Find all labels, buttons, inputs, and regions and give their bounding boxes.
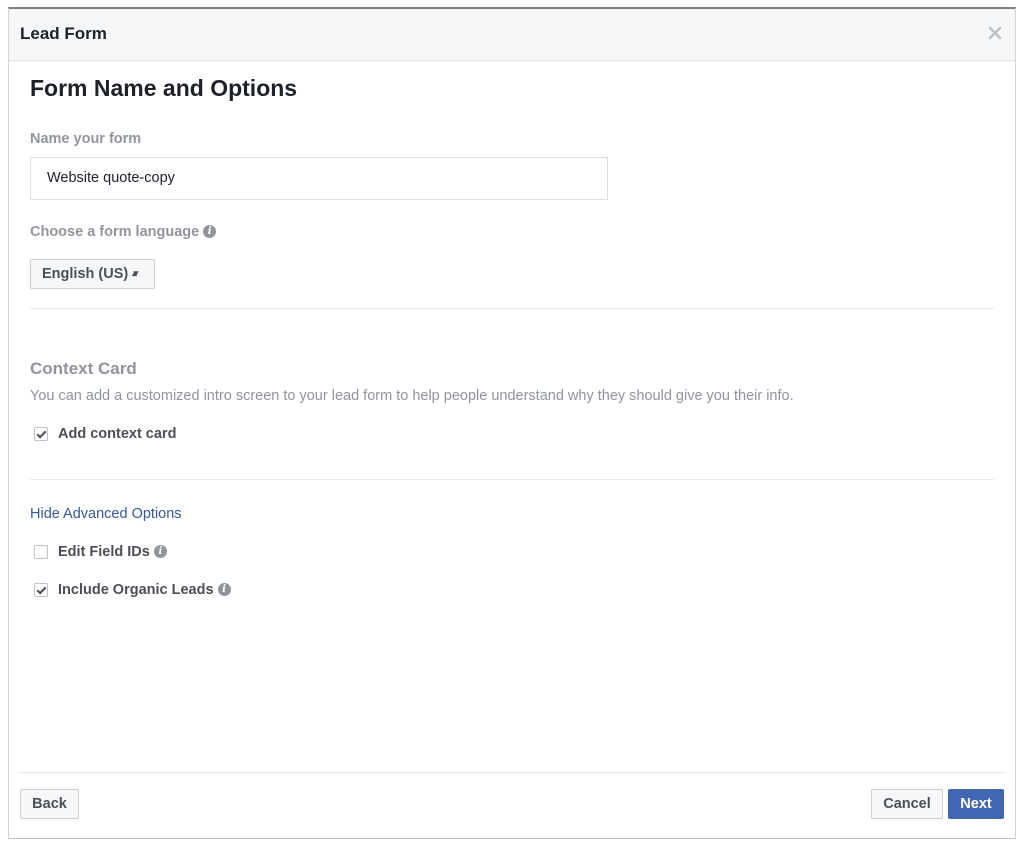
info-icon[interactable]: i — [153, 544, 167, 558]
checkbox-unchecked[interactable] — [34, 545, 48, 559]
include-organic-leads-checkbox[interactable]: Include Organic Leads i — [34, 581, 231, 599]
info-icon[interactable]: i — [203, 224, 217, 238]
info-icon[interactable]: i — [217, 582, 231, 596]
context-card-description: You can add a customized intro screen to… — [30, 388, 794, 404]
cancel-button[interactable]: Cancel — [871, 789, 943, 819]
form-language-label-text: Choose a form language — [30, 224, 200, 240]
select-arrows-icon: ▴▾ — [132, 268, 138, 278]
edit-field-ids-checkbox[interactable]: Edit Field IDs i — [34, 543, 167, 561]
form-name-label: Name your form — [30, 131, 142, 147]
add-context-card-checkbox[interactable]: Add context card — [34, 425, 176, 443]
checkbox-checked[interactable] — [34, 583, 48, 597]
page-title: Form Name and Options — [30, 75, 298, 101]
dialog-title: Lead Form — [20, 24, 107, 43]
hide-advanced-options-link[interactable]: Hide Advanced Options — [30, 506, 182, 522]
lead-form-dialog: Lead Form Form Name and Options Name you… — [8, 7, 1016, 839]
dialog-header: Lead Form — [9, 9, 1015, 61]
next-button[interactable]: Next — [948, 789, 1004, 819]
add-context-card-label: Add context card — [58, 426, 177, 442]
divider — [30, 308, 994, 309]
divider — [30, 479, 994, 480]
language-select[interactable]: English (US) ▴▾ — [30, 259, 155, 289]
back-button[interactable]: Back — [20, 789, 79, 819]
form-language-label: Choose a form language i — [30, 224, 217, 240]
edit-field-ids-label: Edit Field IDs — [58, 544, 150, 560]
checkbox-checked[interactable] — [34, 427, 48, 441]
language-selected-value: English (US) — [42, 266, 129, 282]
close-icon[interactable] — [987, 25, 1003, 41]
context-card-title: Context Card — [30, 359, 137, 378]
include-organic-leads-label: Include Organic Leads — [58, 582, 214, 598]
form-name-input[interactable]: Website quote-copy — [30, 157, 608, 200]
footer-divider — [20, 772, 1004, 773]
